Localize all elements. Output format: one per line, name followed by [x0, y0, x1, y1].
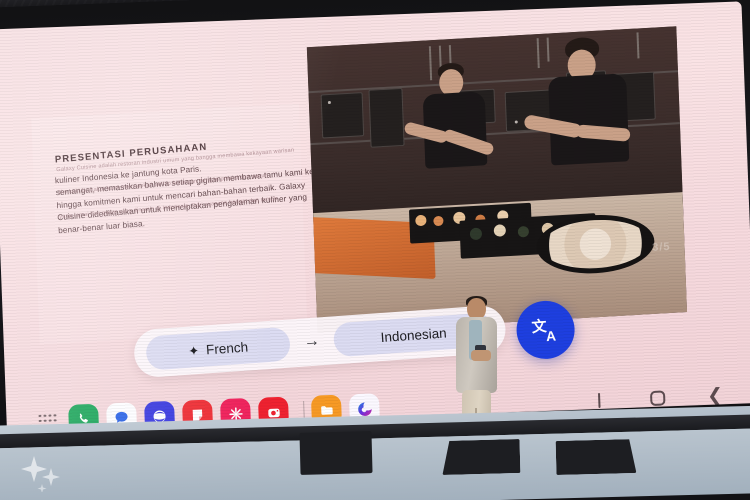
home-icon [649, 390, 665, 406]
back-chevron-icon: ❮ [706, 384, 724, 407]
translate-icon: 文 A [531, 317, 557, 344]
sparkle-icon: ✦ [187, 342, 200, 359]
source-language-label: French [205, 338, 249, 357]
slide-counter: 3/5 [652, 240, 671, 254]
slide-photo: 3/5 [306, 26, 688, 334]
stage-monitor [556, 439, 637, 475]
recents-icon [597, 392, 601, 408]
presentation-screen: PRESENTASI PERUSAHAAN Galaxy Cuisine ada… [0, 0, 750, 459]
sparkle-watermark [21, 456, 60, 492]
slide-canvas: PRESENTASI PERUSAHAAN Galaxy Cuisine ada… [31, 26, 688, 345]
presenter-hands [471, 350, 491, 361]
stage-monitor [442, 439, 521, 475]
screen-surface: PRESENTASI PERUSAHAAN Galaxy Cuisine ada… [0, 1, 750, 432]
slide-text-panel: PRESENTASI PERUSAHAAN Galaxy Cuisine ada… [31, 103, 344, 345]
chef-figure [523, 36, 654, 192]
stage-monitor [299, 431, 373, 475]
chef-figure [403, 60, 517, 195]
target-language-label: Indonesian [380, 324, 448, 345]
svg-text:A: A [546, 328, 557, 344]
slide-body: Galaxy Cuisine adalah restoran industri … [55, 147, 344, 238]
source-language-chip[interactable]: ✦ French [145, 326, 292, 371]
arrow-right-icon: → [303, 332, 321, 351]
